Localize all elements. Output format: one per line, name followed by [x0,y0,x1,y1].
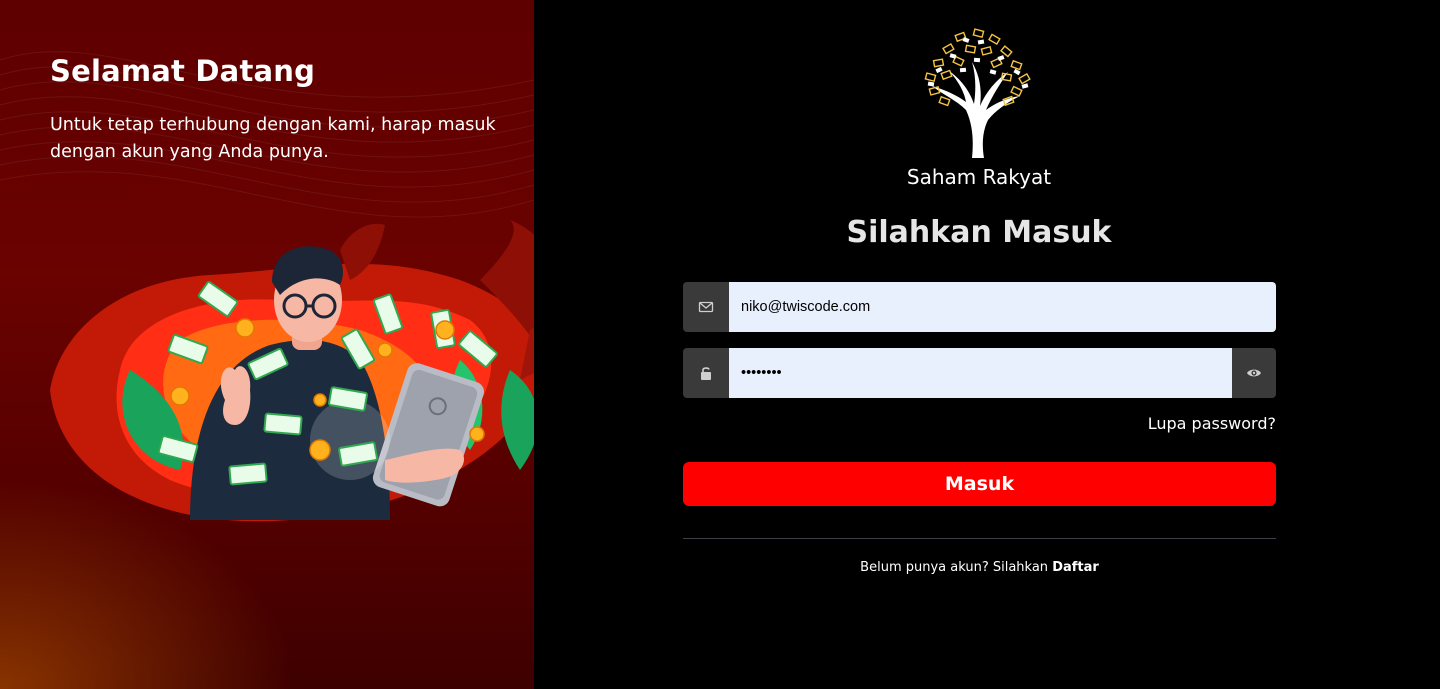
register-link[interactable]: Daftar [1052,560,1099,575]
register-prompt: Belum punya akun? Silahkan Daftar [683,560,1276,575]
money-tree-logo [924,28,1031,158]
divider [683,538,1276,539]
password-field [683,348,1276,398]
brand-name: Saham Rakyat [906,165,1052,189]
forgot-password-link[interactable]: Lupa password? [1100,414,1276,433]
man-with-phone-illustration [50,220,534,522]
email-input[interactable] [729,282,1276,332]
welcome-subtitle: Untuk tetap terhubung dengan kami, harap… [50,115,496,162]
password-input[interactable] [729,348,1232,398]
register-prompt-text: Belum punya akun? Silahkan [860,560,1053,575]
unlock-icon [683,348,729,398]
login-title: Silahkan Masuk [846,215,1112,250]
login-button[interactable]: Masuk [683,462,1276,506]
email-field [683,282,1276,332]
eye-icon[interactable] [1232,348,1276,398]
envelope-icon [683,282,729,332]
welcome-title: Selamat Datang [50,54,316,88]
welcome-panel: Selamat Datang Untuk tetap terhubung den… [0,0,534,689]
